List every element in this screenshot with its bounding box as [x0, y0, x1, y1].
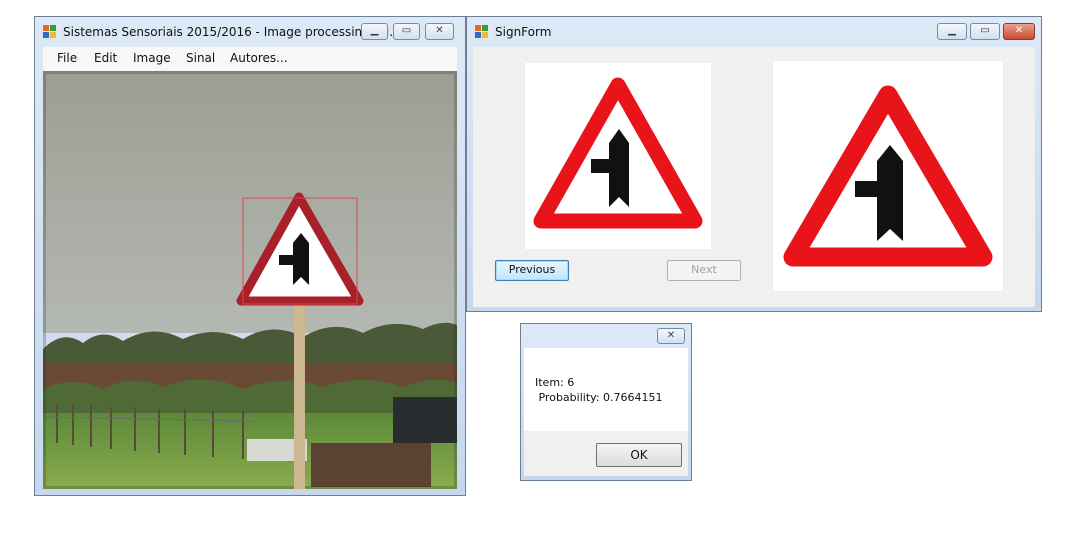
menu-file[interactable]: File [57, 51, 77, 65]
close-icon[interactable]: ✕ [425, 23, 454, 40]
probability-text: Probability: 0.7664151 [535, 391, 663, 404]
close-icon[interactable]: ✕ [1003, 23, 1035, 40]
app-icon [43, 25, 56, 38]
menu-edit[interactable]: Edit [94, 51, 117, 65]
photo-canvas [43, 71, 457, 489]
item-text: Item: 6 [535, 376, 575, 389]
result-dialog: ✕ Item: 6 Probability: 0.7664151 OK [520, 323, 692, 481]
window-title: SignForm [495, 25, 552, 39]
reference-sign-image [773, 61, 1003, 291]
sign-form-client: Previous Next [473, 47, 1035, 307]
sign-form-window: SignForm ▁ ▭ ✕ Previous Next [466, 16, 1042, 312]
window-title: Sistemas Sensoriais 2015/2016 - Image pr… [63, 25, 401, 39]
app-icon [475, 25, 488, 38]
menu-autores[interactable]: Autores... [230, 51, 288, 65]
road-sign-photo[interactable] [43, 71, 457, 489]
next-button[interactable]: Next [667, 260, 741, 281]
maximize-icon[interactable]: ▭ [393, 23, 420, 40]
ok-button[interactable]: OK [596, 443, 682, 467]
close-icon[interactable]: ✕ [657, 328, 685, 344]
menu-image[interactable]: Image [133, 51, 171, 65]
dialog-body: Item: 6 Probability: 0.7664151 OK [524, 348, 688, 476]
menu-sinal[interactable]: Sinal [186, 51, 215, 65]
image-processing-window: Sistemas Sensoriais 2015/2016 - Image pr… [34, 16, 466, 496]
previous-button[interactable]: Previous [495, 260, 569, 281]
detected-sign-image [525, 63, 711, 249]
menu-bar: File Edit Image Sinal Autores... [43, 47, 457, 71]
title-bar[interactable]: ✕ [521, 324, 691, 348]
minimize-icon[interactable]: ▁ [937, 23, 967, 40]
maximize-icon[interactable]: ▭ [970, 23, 1000, 40]
title-bar[interactable]: Sistemas Sensoriais 2015/2016 - Image pr… [35, 17, 465, 47]
title-bar[interactable]: SignForm ▁ ▭ ✕ [467, 17, 1041, 47]
minimize-icon[interactable]: ▁ [361, 23, 388, 40]
